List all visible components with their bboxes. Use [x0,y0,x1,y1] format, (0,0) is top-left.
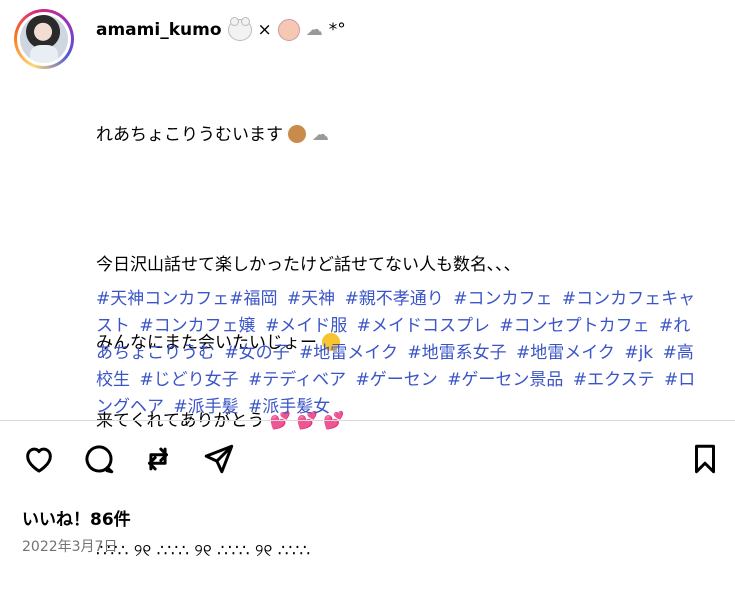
hashtag-link[interactable]: #派手髪女 [248,397,330,417]
hashtag-link[interactable]: #地雷メイク [516,343,615,363]
hashtag-link[interactable]: #メイド服 [265,316,347,336]
repost-button[interactable] [139,440,177,478]
hashtag-link[interactable]: #テディベア [248,370,346,390]
comment-button[interactable] [80,440,118,478]
angel-baby-emoji-icon [277,19,300,41]
polar-bear-emoji-icon [227,17,252,41]
teddy-bear-emoji-icon [288,125,307,143]
avatar [20,15,68,63]
header-row: amami_kumo × ☁ *° [96,17,346,43]
username-suffix-2: *° [328,20,346,40]
hashtag-list: #天神コンカフェ#福岡 #天神 #親不孝通り #コンカフェ #コンカフェキャスト… [96,286,706,420]
divider [0,420,735,421]
hashtag-link[interactable]: #地雷メイク [299,343,398,363]
likes-count[interactable]: いいね！86件 [22,505,131,530]
hashtag-link[interactable]: #親不孝通り [345,289,444,309]
hashtag-link[interactable]: #天神 [287,289,335,309]
comment-icon [85,445,114,474]
bookmark-icon [695,444,715,474]
caption-line-3: 今日沢山話せて楽しかったけど話せてない人も数名､､､ [96,255,513,275]
hashtag-link[interactable]: #コンカフェ [453,289,552,309]
action-bar [0,440,735,480]
cloud-emoji-icon: ☁ [305,20,323,40]
save-button[interactable] [686,440,724,478]
avatar-story-ring[interactable] [14,9,74,69]
username-link[interactable]: amami_kumo [96,20,222,40]
hashtag-link[interactable]: #コンセプトカフェ [499,316,649,336]
hashtag-link[interactable]: #エクステ [573,370,655,390]
hashtag-link[interactable]: #ゲーセン景品 [447,370,563,390]
hashtag-link[interactable]: #派手髪 [173,397,238,417]
hashtag-link[interactable]: #ゲーセン [356,370,438,390]
hashtag-link[interactable]: #じどり女子 [139,370,238,390]
hashtag-link[interactable]: #jk [624,343,653,363]
hashtag-link[interactable]: #女の子 [224,343,289,363]
caption-decoration: ∴∵∴ ୨୧ ∴∵∴ ୨୧ ∴∵∴ ୨୧ ∴∵∴ [96,541,311,561]
share-button[interactable] [200,440,238,478]
hashtag-link[interactable]: #コンカフェ嬢 [139,316,255,336]
hashtag-link[interactable]: #地雷系女子 [407,343,506,363]
cloud-emoji-icon: ☁ [311,125,329,145]
share-icon [204,444,234,474]
post-date: 2022年3月7日 [22,539,118,555]
hashtag-link[interactable]: #メイドコスプレ [357,316,490,336]
repost-icon [148,447,168,471]
heart-icon [26,447,52,473]
like-button[interactable] [20,440,58,478]
caption-line-1: れあちょこりうむいます [96,125,283,145]
username-suffix: × [257,20,272,40]
hashtag-link[interactable]: #天神コンカフェ#福岡 [96,289,278,309]
